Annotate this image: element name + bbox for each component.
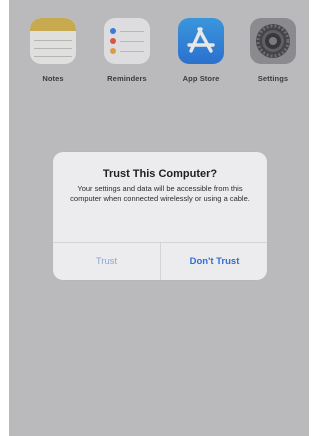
trust-button[interactable]: Trust: [53, 243, 160, 280]
dont-trust-button[interactable]: Don't Trust: [161, 243, 267, 280]
home-screen: Notes Reminders App Store Settings Trust…: [9, 0, 309, 436]
alert-title: Trust This Computer?: [102, 168, 218, 180]
trust-computer-alert: Trust This Computer? Your settings and d…: [53, 152, 267, 280]
alert-message: Your settings and data will be accessibl…: [70, 184, 250, 203]
